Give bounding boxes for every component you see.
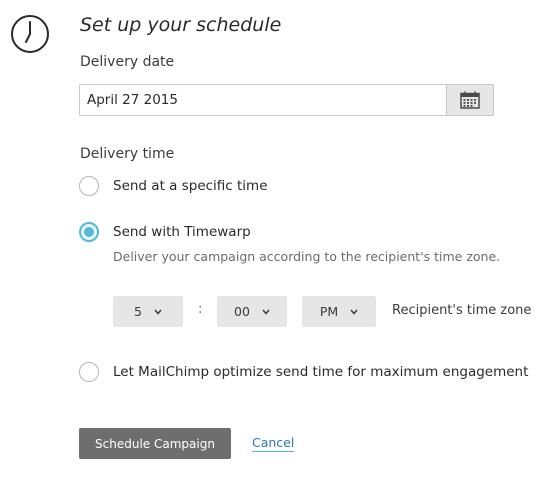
period-select[interactable]: PM [302, 296, 376, 327]
radio-dot [84, 227, 94, 237]
minute-select[interactable]: 00 [217, 296, 287, 327]
hour-select[interactable]: 5 [113, 296, 183, 327]
cancel-link[interactable]: Cancel [252, 435, 294, 450]
calendar-button[interactable] [446, 85, 493, 115]
radio-button[interactable] [79, 362, 99, 382]
timezone-label: Recipient's time zone [392, 303, 532, 318]
page-title: Set up your schedule [80, 14, 282, 36]
radio-option-specific-time[interactable]: Send at a specific time [79, 176, 268, 196]
time-separator: : [198, 302, 203, 317]
chevron-down-icon [154, 309, 162, 315]
schedule-campaign-button[interactable]: Schedule Campaign [79, 428, 231, 459]
radio-button-selected[interactable] [79, 222, 99, 242]
clock-icon [11, 15, 49, 53]
radio-label: Send at a specific time [113, 178, 268, 194]
calendar-icon [460, 91, 480, 109]
timewarp-help-text: Deliver your campaign according to the r… [113, 249, 501, 264]
radio-option-timewarp[interactable]: Send with Timewarp [79, 222, 251, 242]
delivery-date-input[interactable] [80, 85, 446, 115]
hour-value: 5 [134, 304, 142, 319]
chevron-down-icon [350, 309, 358, 315]
radio-label: Send with Timewarp [113, 224, 251, 240]
radio-button[interactable] [79, 176, 99, 196]
delivery-time-label: Delivery time [80, 146, 175, 162]
period-value: PM [319, 304, 339, 319]
delivery-date-field [79, 84, 494, 116]
delivery-date-label: Delivery date [80, 54, 175, 70]
chevron-down-icon [262, 309, 270, 315]
radio-label: Let MailChimp optimize send time for max… [113, 364, 529, 380]
radio-option-optimize[interactable]: Let MailChimp optimize send time for max… [79, 362, 528, 382]
minute-value: 00 [234, 304, 250, 319]
